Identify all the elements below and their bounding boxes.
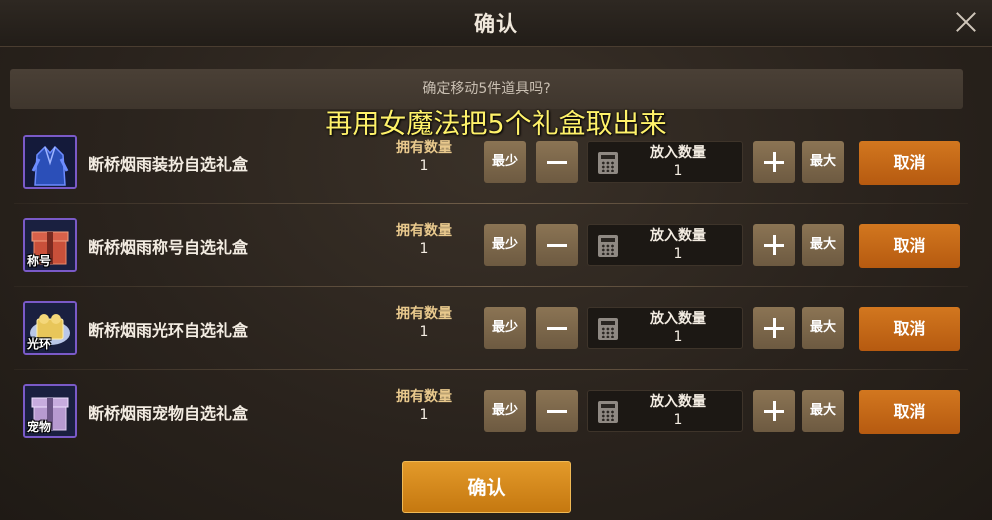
owned-label: 拥有数量	[396, 389, 452, 405]
dialog-titlebar: 确认	[0, 0, 992, 47]
item-row: 断桥烟雨装扮自选礼盒 拥有数量 1 最少 放入数量 1 最大 取消	[14, 124, 968, 204]
pet-giftbox-icon: 宠物	[23, 384, 77, 438]
calculator-icon[interactable]	[598, 318, 618, 340]
put-quantity-field[interactable]: 放入数量 1	[587, 390, 743, 432]
max-button[interactable]: 最大	[802, 141, 844, 183]
owned-label: 拥有数量	[396, 140, 452, 156]
decrement-button[interactable]	[536, 224, 578, 266]
put-label: 放入数量	[650, 311, 706, 327]
owned-count: 拥有数量 1	[384, 140, 464, 175]
aura-giftbox-icon: 光环	[23, 301, 77, 355]
max-button[interactable]: 最大	[802, 390, 844, 432]
increment-button[interactable]	[753, 390, 795, 432]
owned-label: 拥有数量	[396, 223, 452, 239]
owned-value: 1	[419, 407, 429, 423]
min-button[interactable]: 最少	[484, 141, 526, 183]
put-value: 1	[673, 412, 683, 428]
prompt-text: 确定移动5件道具吗?	[422, 81, 551, 97]
icon-tag: 光环	[27, 337, 52, 351]
min-button[interactable]: 最少	[484, 390, 526, 432]
minus-icon	[547, 327, 567, 330]
title-giftbox-icon: 称号	[23, 218, 77, 272]
decrement-button[interactable]	[536, 141, 578, 183]
item-name: 断桥烟雨宠物自选礼盒	[88, 404, 249, 423]
owned-count: 拥有数量 1	[384, 389, 464, 424]
minus-icon	[547, 161, 567, 164]
put-quantity-field[interactable]: 放入数量 1	[587, 141, 743, 183]
cancel-button[interactable]: 取消	[859, 141, 960, 185]
decrement-button[interactable]	[536, 390, 578, 432]
decrement-button[interactable]	[536, 307, 578, 349]
row-divider	[14, 369, 968, 370]
item-name: 断桥烟雨光环自选礼盒	[88, 321, 249, 340]
max-button[interactable]: 最大	[802, 307, 844, 349]
put-value: 1	[673, 329, 683, 345]
minus-icon	[547, 410, 567, 413]
owned-value: 1	[419, 324, 429, 340]
put-label: 放入数量	[650, 228, 706, 244]
dialog-title: 确认	[474, 12, 518, 36]
owned-count: 拥有数量 1	[384, 223, 464, 258]
put-label: 放入数量	[650, 145, 706, 161]
increment-button[interactable]	[753, 307, 795, 349]
confirm-button[interactable]: 确认	[402, 461, 571, 513]
cancel-button[interactable]: 取消	[859, 307, 960, 351]
calculator-icon[interactable]	[598, 235, 618, 257]
owned-value: 1	[419, 241, 429, 257]
put-value: 1	[673, 246, 683, 262]
icon-tag: 称号	[27, 254, 52, 268]
item-name: 断桥烟雨装扮自选礼盒	[88, 155, 249, 174]
costume-outfit-icon	[23, 135, 77, 189]
item-name: 断桥烟雨称号自选礼盒	[88, 238, 249, 257]
prompt-bar: 确定移动5件道具吗?	[10, 69, 963, 109]
min-button[interactable]: 最少	[484, 224, 526, 266]
close-icon[interactable]	[950, 6, 982, 38]
put-value: 1	[673, 163, 683, 179]
increment-button[interactable]	[753, 141, 795, 183]
cancel-button[interactable]: 取消	[859, 390, 960, 434]
calculator-icon[interactable]	[598, 152, 618, 174]
put-label: 放入数量	[650, 394, 706, 410]
owned-value: 1	[419, 158, 429, 174]
max-button[interactable]: 最大	[802, 224, 844, 266]
cancel-button[interactable]: 取消	[859, 224, 960, 268]
min-button[interactable]: 最少	[484, 307, 526, 349]
owned-label: 拥有数量	[396, 306, 452, 322]
put-quantity-field[interactable]: 放入数量 1	[587, 307, 743, 349]
item-row: 宠物 断桥烟雨宠物自选礼盒 拥有数量 1 最少 放入数量 1 最大 取消	[14, 373, 968, 453]
icon-tag: 宠物	[27, 420, 52, 434]
item-row: 光环 断桥烟雨光环自选礼盒 拥有数量 1 最少 放入数量 1 最大 取消	[14, 290, 968, 370]
increment-button[interactable]	[753, 224, 795, 266]
calculator-icon[interactable]	[598, 401, 618, 423]
row-divider	[14, 286, 968, 287]
item-row: 称号 断桥烟雨称号自选礼盒 拥有数量 1 最少 放入数量 1 最大 取消	[14, 207, 968, 287]
row-divider	[14, 203, 968, 204]
put-quantity-field[interactable]: 放入数量 1	[587, 224, 743, 266]
owned-count: 拥有数量 1	[384, 306, 464, 341]
minus-icon	[547, 244, 567, 247]
